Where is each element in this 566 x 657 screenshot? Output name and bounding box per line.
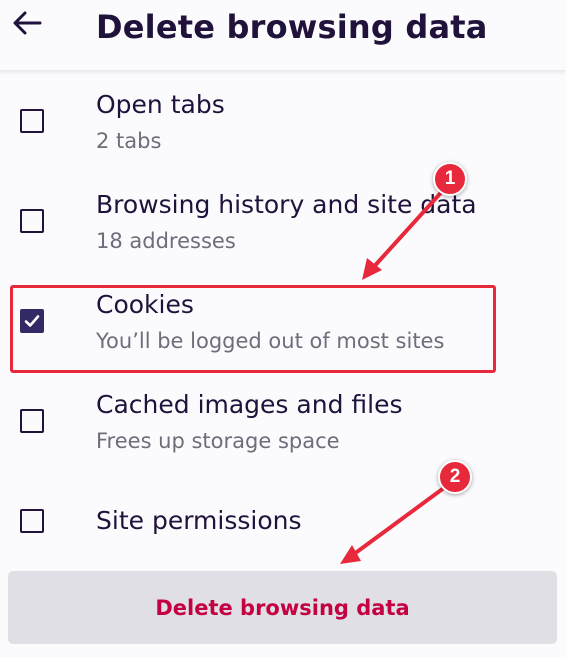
- option-title: Browsing history and site data: [96, 190, 477, 219]
- annotation-badge-2: 2: [438, 460, 472, 494]
- browsing-history-checkbox[interactable]: [20, 209, 44, 233]
- app-header: Delete browsing data: [0, 0, 566, 70]
- arrow-left-icon: [12, 10, 42, 41]
- open-tabs-checkbox[interactable]: [20, 109, 44, 133]
- option-cached-images[interactable]: Cached images and files Frees up storage…: [0, 372, 566, 472]
- delete-button-label: Delete browsing data: [155, 595, 410, 620]
- option-title: Cached images and files: [96, 390, 403, 419]
- option-title: Open tabs: [96, 90, 225, 119]
- option-subtitle: Frees up storage space: [96, 429, 340, 453]
- annotation-badge-1: 1: [433, 162, 467, 196]
- option-subtitle: 2 tabs: [96, 129, 162, 153]
- badge-number: 1: [444, 168, 456, 189]
- badge-number: 2: [449, 466, 461, 487]
- option-title: Cookies: [96, 290, 194, 319]
- site-permissions-checkbox[interactable]: [20, 509, 44, 533]
- option-subtitle: You’ll be logged out of most sites: [96, 329, 445, 353]
- page-title: Delete browsing data: [96, 8, 488, 46]
- option-title: Site permissions: [96, 506, 302, 535]
- option-open-tabs[interactable]: Open tabs 2 tabs: [0, 72, 566, 172]
- option-cookies[interactable]: Cookies You’ll be logged out of most sit…: [0, 272, 566, 372]
- cached-images-checkbox[interactable]: [20, 409, 44, 433]
- option-site-permissions[interactable]: Site permissions: [0, 472, 566, 562]
- back-button[interactable]: [10, 8, 44, 42]
- delete-browsing-data-button[interactable]: Delete browsing data: [8, 571, 557, 644]
- option-browsing-history[interactable]: Browsing history and site data 18 addres…: [0, 172, 566, 272]
- cookies-checkbox[interactable]: [20, 309, 44, 333]
- option-subtitle: 18 addresses: [96, 229, 236, 253]
